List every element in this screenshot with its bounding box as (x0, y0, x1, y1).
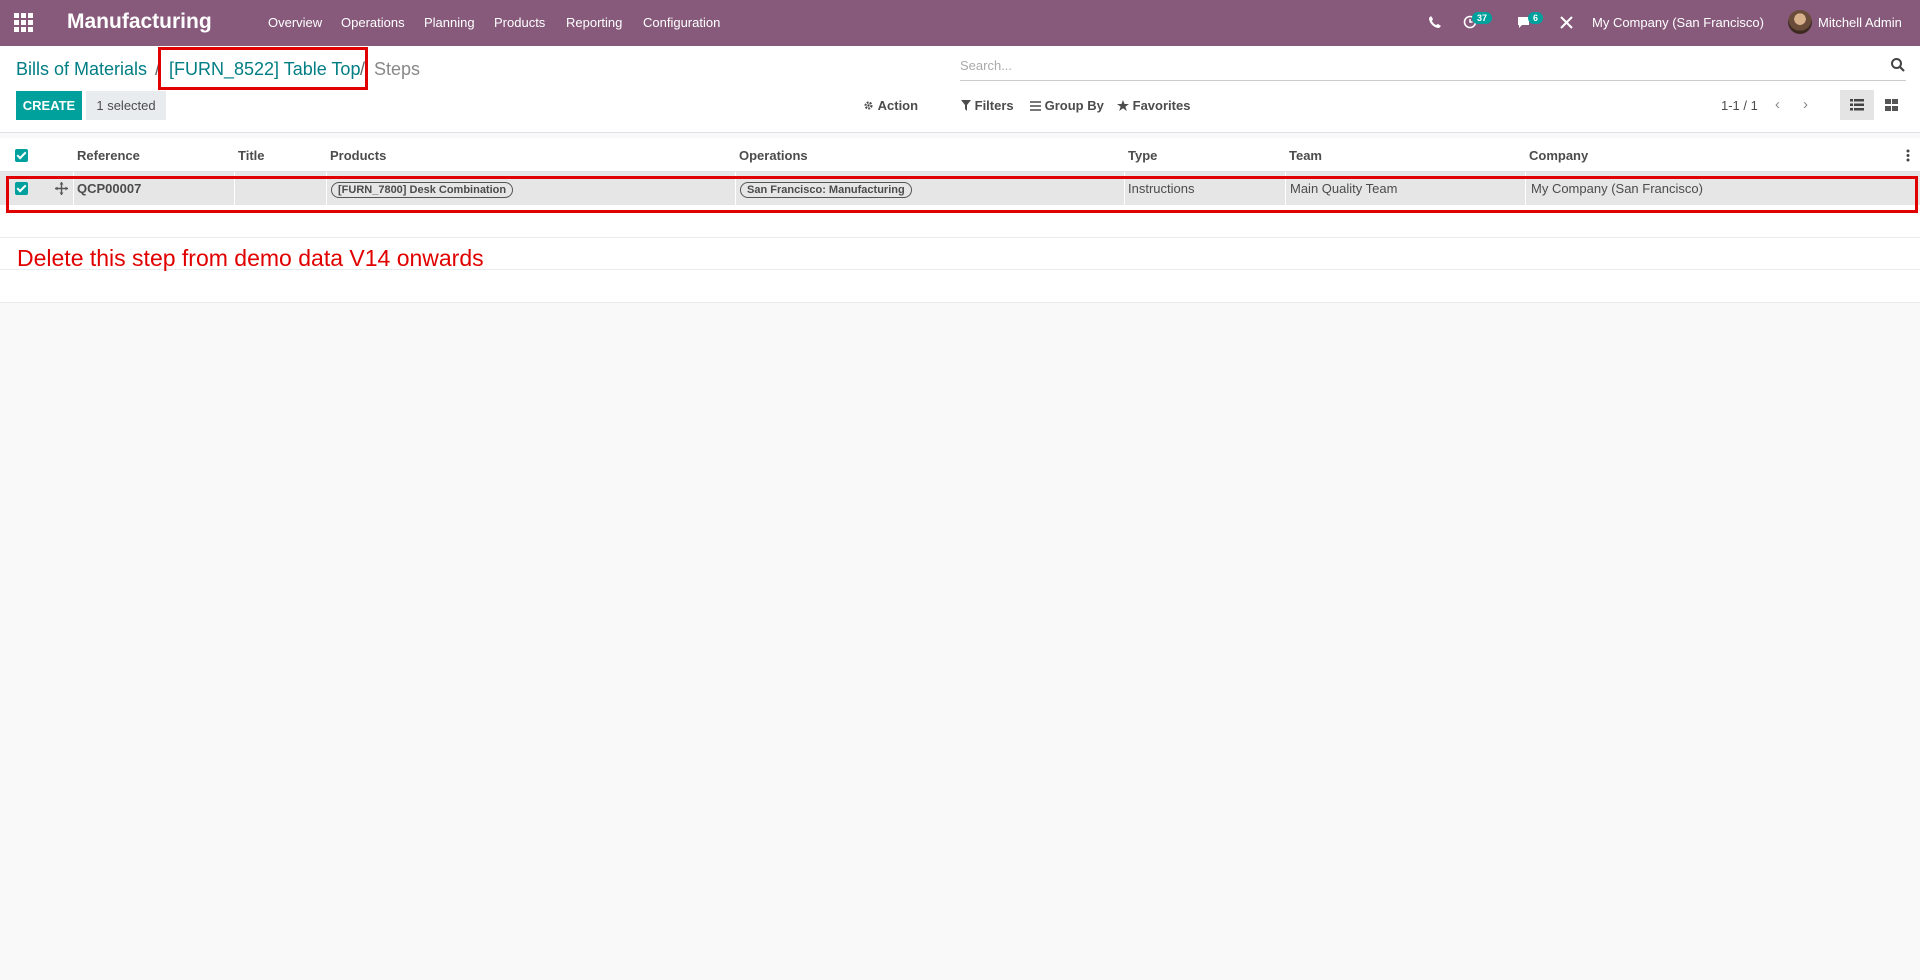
menu-products[interactable]: Products (494, 15, 545, 30)
search-input[interactable] (960, 58, 1860, 73)
column-header-operations[interactable]: Operations (739, 148, 808, 163)
annotation-note: Delete this step from demo data V14 onwa… (17, 245, 484, 271)
list-view-button[interactable] (1840, 90, 1874, 120)
gear-icon (864, 101, 873, 110)
column-header-title[interactable]: Title (238, 148, 265, 163)
app-name[interactable]: Manufacturing (67, 10, 212, 34)
user-menu[interactable]: Mitchell Admin (1818, 15, 1902, 30)
row-highlight (6, 176, 1918, 213)
pager-previous-icon[interactable]: ‹ (1775, 96, 1780, 113)
apps-grid-icon[interactable] (14, 13, 34, 33)
column-header-type[interactable]: Type (1128, 148, 1157, 163)
column-header-company[interactable]: Company (1529, 148, 1588, 163)
control-panel: Bills of Materials / [FURN_8522] Table T… (0, 46, 1920, 133)
breadcrumb-current: Steps (374, 59, 421, 79)
breadcrumb-bills-of-materials[interactable]: Bills of Materials (16, 59, 147, 80)
menu-reporting[interactable]: Reporting (566, 15, 622, 30)
menu-operations[interactable]: Operations (341, 15, 405, 30)
empty-row (0, 270, 1920, 303)
filters-button[interactable]: Filters (961, 98, 1014, 113)
list-group-icon (1030, 101, 1041, 111)
phone-icon[interactable] (1428, 15, 1442, 29)
message-badge: 6 (1528, 12, 1544, 24)
column-header-team[interactable]: Team (1289, 148, 1322, 163)
favorites-button[interactable]: Favorites (1117, 98, 1190, 113)
kanban-view-button[interactable] (1874, 90, 1908, 120)
avatar[interactable] (1788, 10, 1812, 34)
list-view-icon (1850, 99, 1864, 111)
column-header-products[interactable]: Products (330, 148, 386, 163)
menu-configuration[interactable]: Configuration (643, 15, 720, 30)
action-button[interactable]: Action (863, 98, 918, 113)
filters-label: Filters (974, 98, 1014, 113)
breadcrumb-highlight (158, 47, 368, 90)
search-bar (960, 56, 1906, 81)
menu-planning[interactable]: Planning (424, 15, 475, 30)
column-header-reference[interactable]: Reference (77, 148, 140, 163)
create-button[interactable]: CREATE (16, 91, 82, 120)
search-icon[interactable] (1890, 57, 1906, 73)
group-by-label: Group By (1044, 98, 1104, 113)
group-by-button[interactable]: Group By (1030, 98, 1104, 113)
company-switcher[interactable]: My Company (San Francisco) (1592, 15, 1764, 30)
menu-overview[interactable]: Overview (268, 15, 322, 30)
close-tools-icon[interactable] (1560, 16, 1573, 29)
activity-badge: 37 (1472, 12, 1493, 24)
select-all-checkbox[interactable] (15, 149, 28, 162)
kanban-view-icon (1885, 99, 1898, 111)
star-icon (1117, 100, 1129, 111)
selected-count: 1 selected (86, 91, 166, 120)
pager-value[interactable]: 1-1 / 1 (1721, 98, 1758, 113)
filter-icon (961, 100, 971, 111)
action-label: Action (877, 98, 919, 113)
optional-columns-icon[interactable] (1906, 149, 1910, 162)
top-navbar: Manufacturing Overview Operations Planni… (0, 0, 1920, 46)
favorites-label: Favorites (1132, 98, 1191, 113)
table-header: Reference Title Products Operations Type… (0, 138, 1920, 172)
pager-next-icon[interactable]: › (1803, 96, 1808, 113)
